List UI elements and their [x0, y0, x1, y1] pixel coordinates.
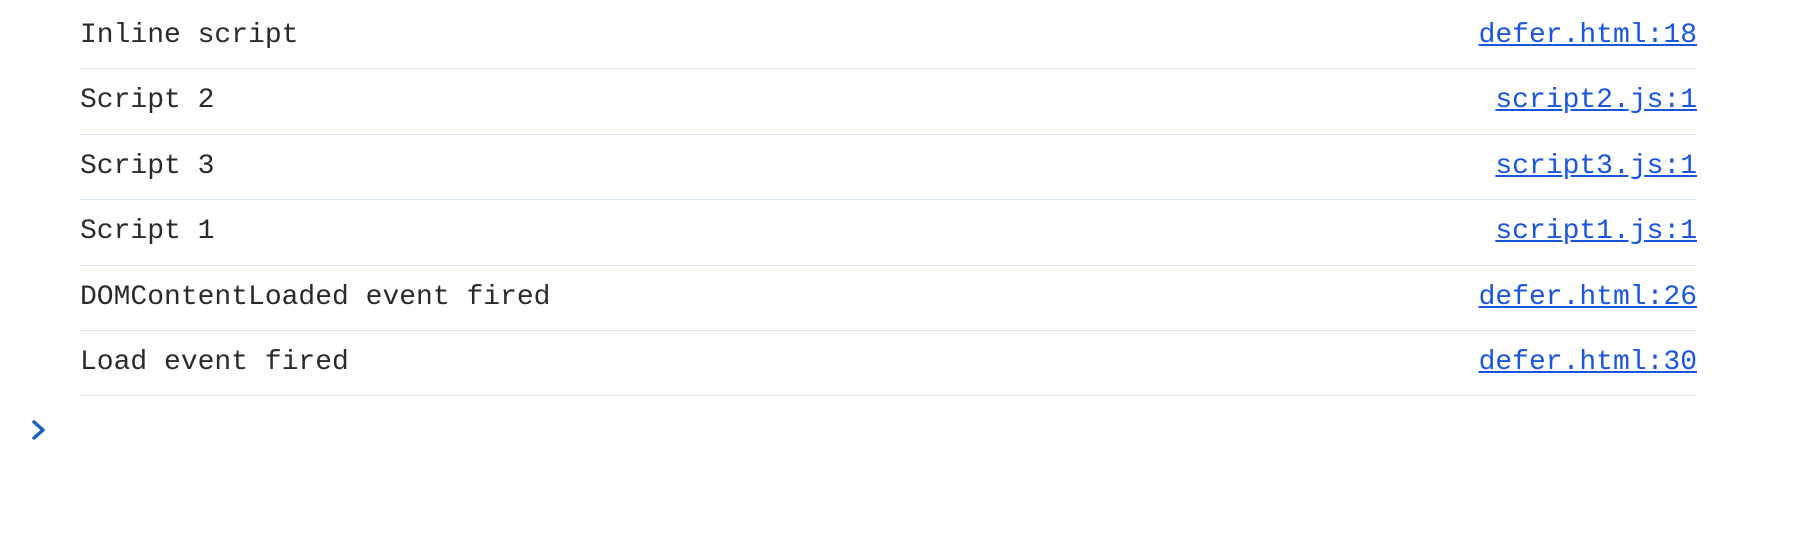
console-log-row: Load event fired defer.html:30 [80, 331, 1697, 396]
log-message: Script 1 [80, 214, 214, 250]
console-log-row: Script 3 script3.js:1 [80, 135, 1697, 200]
console-input-row[interactable] [0, 396, 1797, 448]
console-log-list: Inline script defer.html:18 Script 2 scr… [0, 12, 1797, 396]
log-message: Script 2 [80, 83, 214, 119]
log-message: Script 3 [80, 149, 214, 185]
console-log-row: DOMContentLoaded event fired defer.html:… [80, 266, 1697, 331]
console-log-row: Script 1 script1.js:1 [80, 200, 1697, 265]
log-source-link[interactable]: script2.js:1 [1495, 83, 1697, 119]
console-log-row: Script 2 script2.js:1 [80, 69, 1697, 134]
chevron-right-icon [30, 414, 48, 448]
log-source-link[interactable]: script3.js:1 [1495, 149, 1697, 185]
log-message: Inline script [80, 18, 298, 54]
log-source-link[interactable]: defer.html:18 [1479, 18, 1697, 54]
log-source-link[interactable]: script1.js:1 [1495, 214, 1697, 250]
log-source-link[interactable]: defer.html:26 [1479, 280, 1697, 316]
log-source-link[interactable]: defer.html:30 [1479, 345, 1697, 381]
log-message: Load event fired [80, 345, 349, 381]
console-log-row: Inline script defer.html:18 [80, 12, 1697, 69]
log-message: DOMContentLoaded event fired [80, 280, 550, 316]
